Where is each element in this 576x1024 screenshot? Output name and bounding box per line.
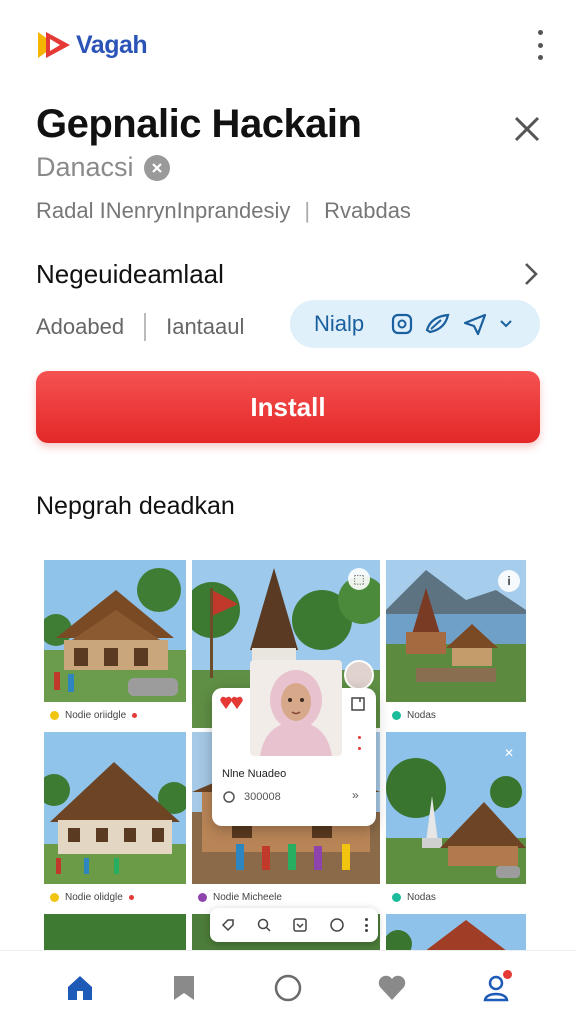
heart-icon <box>378 975 406 1000</box>
avatar[interactable] <box>344 660 374 690</box>
caption-text: Nodie oriidgle <box>65 709 127 721</box>
caption-icon <box>392 710 401 720</box>
caption-icon <box>198 892 207 902</box>
popup-name: Nlne Nuadeo <box>222 768 287 780</box>
info-row: Adoabed Iantaaul Nialp <box>36 300 542 350</box>
more-vert-icon[interactable] <box>358 736 362 750</box>
gallery-tile[interactable]: i Nodas <box>386 560 526 728</box>
popup-sub-text: 300008 <box>244 791 281 803</box>
chat-icon[interactable] <box>390 312 414 336</box>
caption-text: Nodie Micheele <box>213 891 282 903</box>
meta-divider: | <box>304 198 311 223</box>
nav-profile[interactable] <box>476 968 516 1008</box>
image-toolbar <box>210 908 378 942</box>
caption-icon <box>392 892 401 902</box>
portrait-image <box>250 660 342 756</box>
about-section-link[interactable]: Negeuideamlaal <box>36 256 542 292</box>
house-photo <box>44 560 186 702</box>
gallery-tile[interactable]: ✕ Nodas <box>386 732 526 910</box>
gallery-tile[interactable]: Nodie olidgle <box>44 732 186 910</box>
share-pill-label: Nialp <box>314 311 365 336</box>
send-icon[interactable] <box>424 312 452 336</box>
app-title: Gepnalic Hackain <box>36 102 362 146</box>
more-vert-icon[interactable] <box>364 918 368 932</box>
chevron-down-icon[interactable] <box>498 312 514 336</box>
app-meta: Radal INenrynInprandesiy | Rvabdas <box>36 198 411 224</box>
install-button[interactable]: Install <box>36 371 540 443</box>
tile-caption: Nodas <box>386 884 526 910</box>
share-pill[interactable]: Nialp <box>290 300 540 348</box>
emoji-icon[interactable] <box>329 917 345 933</box>
screenshot-gallery[interactable]: Nodie oriidgle ⬚ i Nodas Nodie olidgle N… <box>36 548 540 958</box>
caption-text: Nodas <box>407 891 436 903</box>
nav-bookmarks[interactable] <box>164 968 204 1008</box>
notification-badge <box>503 969 512 979</box>
verified-badge-icon <box>143 154 170 181</box>
close-icon[interactable] <box>512 114 542 144</box>
popup-subline: 300008 <box>222 790 281 804</box>
top-bar: Vagah <box>0 0 576 90</box>
profile-popup[interactable]: Nlne Nuadeo 300008 » <box>212 660 376 826</box>
info-badge[interactable]: ⬚ <box>348 568 370 590</box>
nav-favorites[interactable] <box>372 968 412 1008</box>
search-icon[interactable] <box>256 917 272 933</box>
home-icon <box>68 975 92 1000</box>
tile-caption: Nodie oriidgle <box>44 702 186 728</box>
brand-name: Vagah <box>76 30 148 59</box>
caption-icon <box>50 710 59 720</box>
bottom-navigation <box>0 950 576 1024</box>
nav-discover[interactable] <box>268 968 308 1008</box>
info-divider <box>144 313 147 341</box>
longhouse-photo <box>44 732 186 884</box>
caption-icon <box>50 892 59 902</box>
bookmark-icon <box>174 975 194 1000</box>
meta-rating: Rvabdas <box>324 198 411 223</box>
tile-caption: Nodie Micheele <box>192 884 380 910</box>
gallery-tile[interactable]: Nodie oriidgle <box>44 560 186 728</box>
heart-icon[interactable] <box>220 696 244 710</box>
circle-icon <box>274 974 302 1001</box>
nav-home[interactable] <box>60 968 100 1008</box>
tile-caption: Nodas <box>386 702 526 728</box>
tile-caption: Nodie olidgle <box>44 884 186 910</box>
save-icon[interactable] <box>350 696 366 712</box>
meta-category: Radal INenrynInprandesiy <box>36 198 291 223</box>
download-icon[interactable] <box>292 917 308 933</box>
close-icon[interactable]: ✕ <box>498 742 520 764</box>
refresh-icon[interactable] <box>222 790 236 804</box>
more-vert-icon[interactable] <box>534 30 546 60</box>
play-logo-icon <box>38 32 70 58</box>
brand-logo[interactable]: Vagah <box>36 28 148 62</box>
caption-text: Nodas <box>407 709 436 721</box>
info-icon[interactable]: i <box>498 570 520 592</box>
caption-text: Nodie olidgle <box>65 891 123 903</box>
chevron-right-icon <box>525 263 538 285</box>
tag-icon[interactable] <box>220 917 236 933</box>
profile-portrait <box>250 660 342 756</box>
forward-icon[interactable]: » <box>352 788 359 802</box>
info-right: Iantaaul <box>166 314 245 339</box>
info-left: Adoabed <box>36 314 125 339</box>
caption-dot <box>128 894 134 900</box>
paper-plane-icon[interactable] <box>462 312 488 336</box>
section-title: Negeuideamlaal <box>36 258 224 289</box>
developer-name: Danacsi <box>36 152 134 182</box>
caption-dot <box>132 712 138 718</box>
gallery-title: Nepgrah deadkan <box>36 492 235 520</box>
developer-row[interactable]: Danacsi <box>36 152 170 183</box>
